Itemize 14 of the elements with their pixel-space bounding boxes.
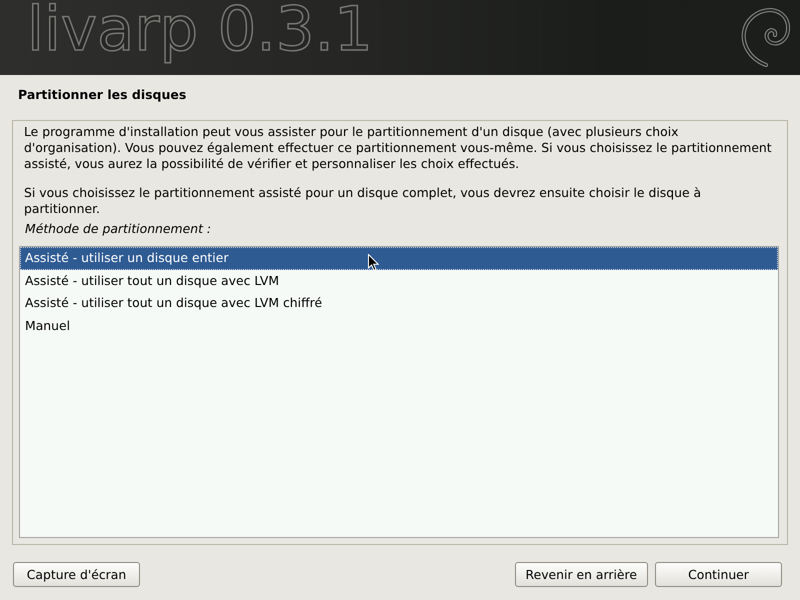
footer-button[interactable]: Capture d'écran bbox=[13, 562, 140, 587]
description-text: Si vous choisissez le partitionnement assisté pour un disque complet, vous devrez ensuite choisir le disque à partitionner. bbox=[23, 185, 702, 217]
list-item[interactable]: Manuel bbox=[20, 315, 778, 338]
banner-title: livarp 0.3.1 bbox=[27, 0, 373, 63]
list-item[interactable]: Assisté - utiliser tout un disque avec LVM bbox=[20, 270, 778, 292]
list-item[interactable]: Assisté - utiliser un disque entier bbox=[20, 247, 778, 270]
page-title: Partitionner les disques bbox=[17, 86, 188, 104]
mouse-pointer-icon bbox=[368, 254, 379, 271]
description-text: Le programme d'installation peut vous assister pour le partitionnement d'un disque (avec plusieurs choix d'organisation). Vous pouvez également effectuer ce partitionnement vous-même. Si vous choisissez le partitionnement assisté, vous aurez la possibilité de vérifier et personnaliser les choix effectués. bbox=[23, 124, 773, 172]
list-label: Méthode de partitionnement : bbox=[24, 221, 212, 237]
footer-button[interactable]: Continuer bbox=[655, 562, 782, 587]
footer-button[interactable]: Revenir en arrière bbox=[514, 562, 648, 587]
swirl-logo-icon bbox=[740, 7, 790, 67]
list-item[interactable]: Assisté - utiliser tout un disque avec LVM chiffré bbox=[20, 292, 778, 316]
